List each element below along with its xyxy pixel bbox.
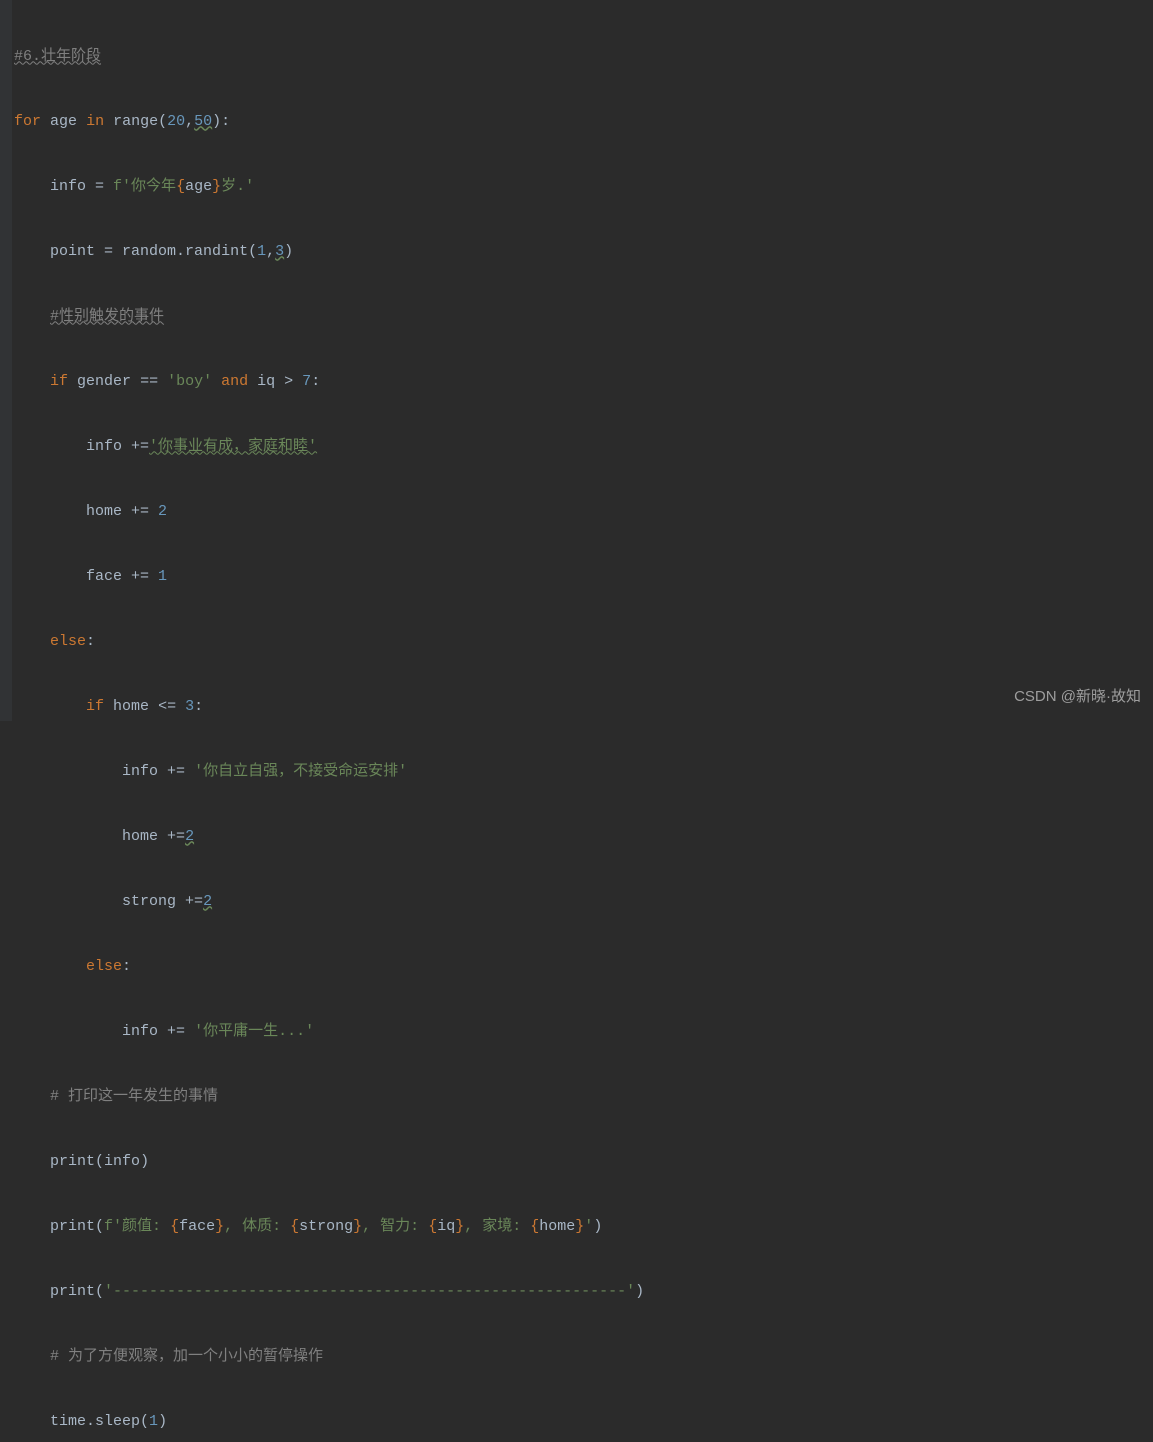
code-line: # 打印这一年发生的事情 [14,1081,1153,1114]
keyword-in: in [86,113,104,130]
fstring: , 体质: [224,1218,290,1235]
comment: # 打印这一年发生的事情 [50,1088,218,1105]
num-1: 1 [257,243,266,260]
fstring: 岁.' [221,178,254,195]
num-50: 50 [194,113,212,130]
code-line: time.sleep(1) [14,1406,1153,1439]
code-line: if home <= 3: [14,691,1153,724]
num-3: 3 [275,243,284,260]
var-age: age [50,113,77,130]
var-info: info [50,178,86,195]
code-line: info = f'你今年{age}岁.' [14,171,1153,204]
code-line: print(info) [14,1146,1153,1179]
var-home: home [539,1218,575,1235]
keyword-if: if [50,373,68,390]
var-home: home [122,828,158,845]
fn-sleep: time.sleep [50,1413,140,1430]
var-gender: gender [77,373,131,390]
code-line: info +='你事业有成，家庭和睦' [14,431,1153,464]
code-line: #6.壮年阶段 [14,41,1153,74]
comment: # 为了方便观察，加一个小小的暂停操作 [50,1348,323,1365]
code-line: info += '你自立自强，不接受命运安排' [14,756,1153,789]
var-age: age [185,178,212,195]
keyword-and: and [221,373,248,390]
var-info: info [122,1023,158,1040]
var-info: info [104,1153,140,1170]
var-face: face [179,1218,215,1235]
fstring: , 智力: [362,1218,428,1235]
str-selfstrong: '你自立自强，不接受命运安排' [194,763,407,780]
code-line: home +=2 [14,821,1153,854]
var-info: info [122,763,158,780]
code-line: info += '你平庸一生...' [14,1016,1153,1049]
keyword-if: if [86,698,104,715]
code-line: else: [14,951,1153,984]
code-line: for age in range(20,50): [14,106,1153,139]
var-strong: strong [299,1218,353,1235]
num-3: 3 [185,698,194,715]
str-boy: 'boy' [167,373,212,390]
fstring: , 家境: [464,1218,530,1235]
code-line: # 为了方便观察，加一个小小的暂停操作 [14,1341,1153,1374]
keyword-for: for [14,113,41,130]
num-2: 2 [158,503,167,520]
fn-print: print [50,1153,95,1170]
keyword-else: else [50,633,86,650]
code-line: else: [14,626,1153,659]
comment: #性别触发的事件 [50,308,164,325]
keyword-else: else [86,958,122,975]
num-7: 7 [302,373,311,390]
var-face: face [86,568,122,585]
fn-print: print [50,1283,95,1300]
code-line: print(f'颜值: {face}, 体质: {strong}, 智力: {i… [14,1211,1153,1244]
str-mediocre: '你平庸一生...' [194,1023,314,1040]
code-line: if gender == 'boy' and iq > 7: [14,366,1153,399]
code-editor[interactable]: #6.壮年阶段 for age in range(20,50): info = … [14,0,1153,1442]
str-dashes: '---------------------------------------… [104,1283,635,1300]
code-line: face += 1 [14,561,1153,594]
var-info: info [86,438,122,455]
var-home: home [86,503,122,520]
code-line: home += 2 [14,496,1153,529]
num-1: 1 [158,568,167,585]
code-line: strong +=2 [14,886,1153,919]
fstring: f'颜值: [104,1218,170,1235]
fn-print: print [50,1218,95,1235]
code-line: #性别触发的事件 [14,301,1153,334]
num-1: 1 [149,1413,158,1430]
fn-randint: random.randint [122,243,248,260]
watermark: CSDN @新晓·故知 [1014,681,1141,714]
var-iq: iq [437,1218,455,1235]
str-success: '你事业有成，家庭和睦' [149,438,317,455]
code-line: point = random.randint(1,3) [14,236,1153,269]
num-2: 2 [185,828,194,845]
fstring: ' [584,1218,593,1235]
num-2: 2 [203,893,212,910]
num-20: 20 [167,113,185,130]
var-point: point [50,243,95,260]
code-line: print('---------------------------------… [14,1276,1153,1309]
var-home: home [113,698,149,715]
fn-range: range [113,113,158,130]
comment: #6.壮年阶段 [14,48,101,65]
editor-gutter [0,0,12,721]
fstring: f'你今年 [113,178,176,195]
var-iq: iq [257,373,275,390]
var-strong: strong [122,893,176,910]
